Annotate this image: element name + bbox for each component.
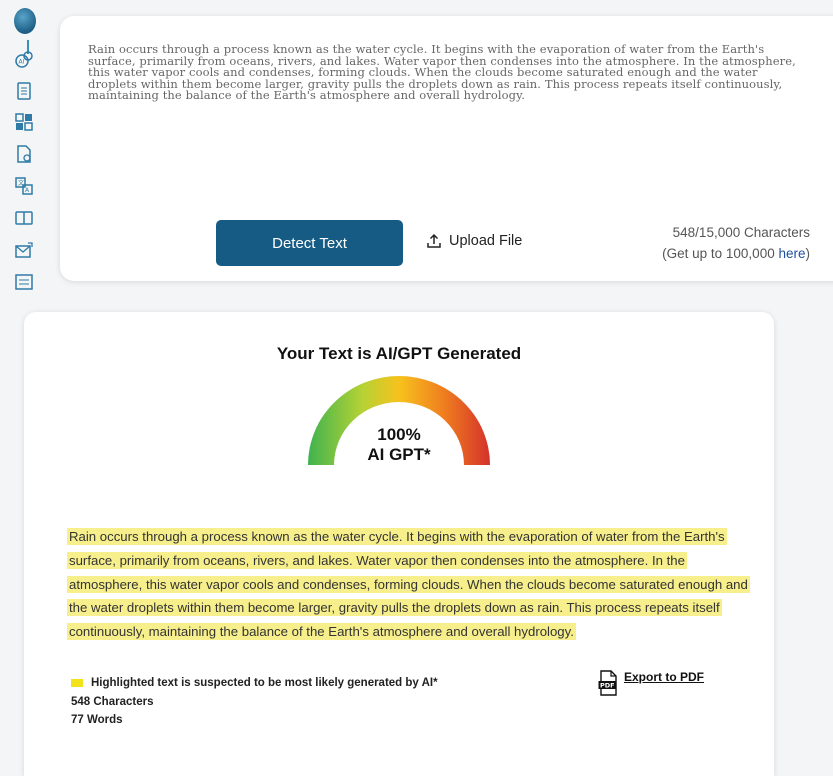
character-stat: 548 Characters (71, 695, 154, 708)
upgrade-note: (Get up to 100,000 here) (662, 243, 810, 264)
export-pdf-button[interactable]: PDF Export to PDF (598, 670, 704, 696)
character-count: 548/15,000 Characters (Get up to 100,000… (662, 222, 810, 264)
highlight-legend-text: Highlighted text is suspected to be most… (91, 677, 438, 689)
mail-send-icon[interactable] (14, 240, 34, 260)
highlighted-span: Rain occurs through a process known as t… (67, 528, 750, 641)
sidebar: AI 文A (0, 0, 48, 300)
text-input-area[interactable]: Rain occurs through a process known as t… (88, 43, 800, 102)
highlighted-result-text: Rain occurs through a process known as t… (67, 525, 757, 644)
document-edit-icon[interactable] (14, 144, 34, 164)
character-count-value: 548/15,000 Characters (672, 225, 810, 240)
image-layout-icon[interactable] (14, 272, 34, 292)
svg-text:AI: AI (19, 59, 25, 66)
export-pdf-label: Export to PDF (624, 670, 704, 684)
document-list-icon[interactable] (14, 81, 34, 101)
svg-text:文: 文 (18, 179, 24, 187)
gauge-percent: 100% (377, 425, 421, 444)
translate-icon[interactable]: 文A (14, 176, 34, 196)
result-title: Your Text is AI/GPT Generated (276, 344, 522, 363)
highlight-legend: Highlighted text is suspected to be most… (71, 674, 438, 693)
upgrade-prefix: (Get up to 100,000 (662, 246, 779, 261)
text-input-card: Rain occurs through a process known as t… (60, 16, 833, 281)
brand-logo-icon[interactable] (14, 8, 36, 34)
highlight-swatch (71, 678, 83, 687)
svg-text:PDF: PDF (600, 682, 615, 690)
word-stat: 77 Words (71, 714, 123, 726)
ai-chat-icon[interactable]: AI (14, 50, 34, 70)
upgrade-suffix: ) (805, 246, 811, 261)
upload-icon (427, 233, 441, 248)
gauge-caption: AI GPT* (367, 445, 431, 464)
detect-text-button[interactable]: Detect Text (216, 220, 403, 266)
svg-text:A: A (25, 187, 30, 194)
gauge-label: 100% AI GPT* (308, 425, 490, 465)
upload-file-label: Upload File (449, 233, 523, 249)
grid-qr-icon[interactable] (14, 112, 34, 132)
upload-file-button[interactable]: Upload File (426, 233, 522, 249)
result-stats: Highlighted text is suspected to be most… (71, 674, 438, 730)
upgrade-link[interactable]: here (778, 246, 805, 261)
compare-icon[interactable] (14, 208, 34, 228)
pdf-icon: PDF (598, 670, 617, 696)
result-card: Your Text is AI/GPT Generated 100% AI GP… (24, 312, 774, 776)
